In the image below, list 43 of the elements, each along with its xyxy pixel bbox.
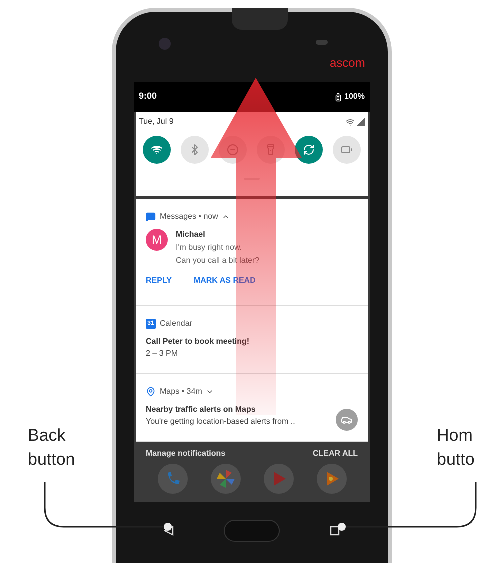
date-label: Tue, Jul 9	[139, 116, 174, 128]
avatar: M	[146, 229, 168, 251]
notification-text: You're getting location-based alerts from ..	[146, 416, 296, 428]
callout-label: button	[28, 449, 76, 471]
phone-icon[interactable]	[158, 464, 188, 494]
sender-name: Michael	[176, 229, 206, 241]
quick-tile-battery[interactable]	[333, 136, 361, 164]
pinwheel-icon[interactable]	[210, 464, 240, 494]
music-play-icon[interactable]	[316, 464, 346, 494]
camera	[159, 38, 171, 50]
callout-label: Back	[28, 425, 67, 447]
rotate-icon	[303, 144, 315, 156]
signal-icon	[357, 118, 365, 126]
battery-icon	[341, 144, 353, 156]
maps-notification[interactable]: Maps • 34m Nearby traffic alerts on Maps You're getting location-based alerts from ..	[136, 374, 368, 442]
chevron-down-icon[interactable]	[206, 388, 214, 396]
chevron-up-icon[interactable]	[222, 213, 230, 221]
sensor	[316, 40, 328, 45]
map-pin-icon	[146, 387, 156, 397]
status-time: 9:00	[139, 90, 158, 104]
bluetooth-icon	[189, 144, 201, 156]
back-icon[interactable]	[164, 526, 174, 536]
quick-tile-wifi[interactable]	[143, 136, 171, 164]
manage-notifications-link[interactable]: Manage notifications	[146, 448, 226, 460]
car-icon	[336, 409, 358, 431]
callout-label: Hom	[437, 425, 474, 447]
notification-title: Nearby traffic alerts on Maps	[146, 404, 257, 416]
speaker-grille	[232, 8, 288, 30]
app-name: Calendar	[160, 318, 192, 330]
battery-icon	[334, 92, 343, 102]
notification-title: Call Peter to book meeting!	[146, 336, 250, 348]
recents-icon[interactable]	[330, 526, 340, 536]
app-name: Maps • 34m	[160, 386, 202, 398]
clear-all-button[interactable]: CLEAR ALL	[312, 448, 358, 460]
notification-text: 2 – 3 PM	[146, 348, 180, 360]
battery-level: 100%	[344, 91, 365, 103]
wifi-status-icon	[346, 118, 355, 126]
callout-label: butto	[437, 449, 475, 471]
action-button[interactable]: REPLY	[146, 275, 172, 287]
quick-tile-bluetooth[interactable]	[181, 136, 209, 164]
app-name: Messages • now	[160, 211, 218, 223]
brand-logo: ascom	[330, 55, 366, 72]
message-icon	[146, 212, 156, 222]
